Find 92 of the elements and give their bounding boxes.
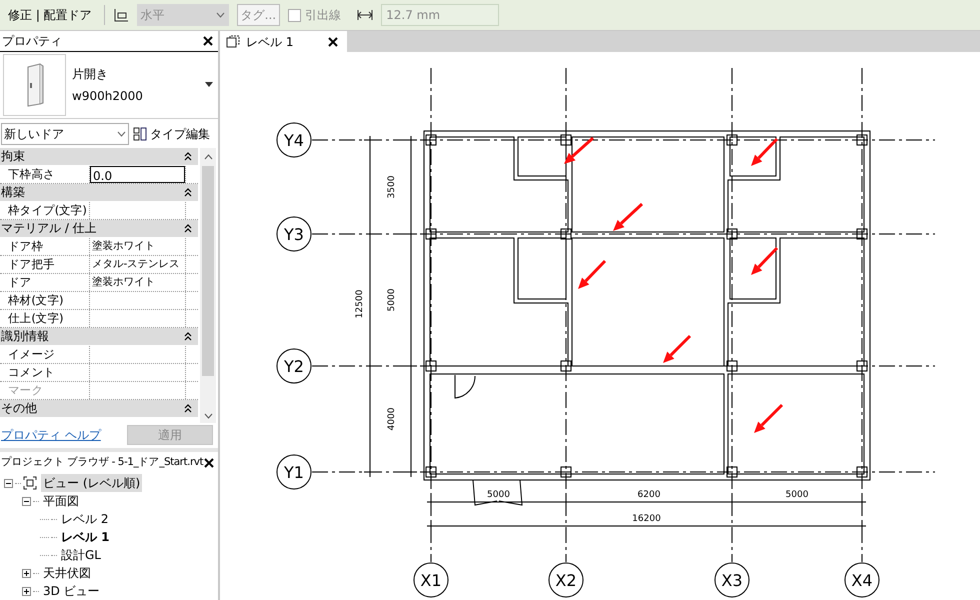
property-label: コメント — [0, 364, 90, 381]
edit-type-button[interactable]: タイプ編集 — [133, 124, 210, 143]
grid-label: X3 — [721, 571, 743, 590]
close-icon[interactable] — [203, 36, 213, 46]
close-icon[interactable] — [328, 36, 338, 46]
property-label: ドア枠 — [0, 238, 90, 255]
property-label: 枠材(文字) — [0, 292, 90, 309]
pointer-arrow — [663, 334, 692, 363]
door-thumbnail — [3, 54, 66, 116]
panel-title: プロジェクト ブラウザ - 5-1_ドア_Start.rvt — [1, 455, 204, 470]
grid-label: X1 — [420, 571, 442, 590]
length-icon — [357, 9, 374, 21]
grid-bubble — [414, 562, 448, 598]
dropdown-icon[interactable] — [205, 82, 213, 88]
panel-title: プロパティ — [2, 32, 62, 50]
grid-bubble — [276, 348, 312, 384]
leader-label: 引出線 — [305, 7, 342, 24]
type-size: w900h2000 — [72, 88, 144, 105]
property-label: マーク — [0, 382, 90, 399]
instance-dropdown[interactable]: 新しいドア — [1, 122, 129, 145]
tree-item[interactable]: 設計GL — [59, 546, 103, 564]
grid-label: X2 — [555, 571, 577, 590]
grid-bubble — [276, 216, 312, 252]
dimension-label: 12500 — [355, 290, 365, 318]
grid-bubble — [548, 562, 584, 598]
view-icon — [226, 35, 240, 48]
view-tab[interactable]: レベル 1 — [220, 31, 347, 52]
type-name: 片開き — [72, 66, 109, 83]
pointer-arrow — [751, 138, 778, 166]
pointer-arrow — [613, 202, 644, 231]
grid-label: Y3 — [284, 225, 304, 244]
expand-toggle[interactable] — [22, 586, 31, 596]
scroll-down-icon[interactable] — [204, 412, 212, 419]
group-header[interactable]: 拘束 — [0, 148, 198, 166]
pointer-arrow — [578, 260, 606, 289]
group-header[interactable]: マテリアル / 仕上 — [0, 220, 198, 238]
property-input[interactable]: 0.0 — [90, 166, 185, 183]
collapse-icon[interactable] — [184, 332, 192, 341]
tree-item[interactable]: 3D ビュー — [41, 582, 102, 600]
grid-label: Y4 — [284, 131, 304, 150]
context-label: 修正 | 配置ドア — [8, 7, 92, 24]
dimension-label: 6200 — [638, 490, 660, 500]
tree-item[interactable]: ビュー (レベル順) — [41, 474, 142, 492]
close-icon[interactable] — [204, 458, 214, 468]
tree-item[interactable]: レベル 2 — [59, 510, 110, 528]
scrollbar[interactable] — [200, 148, 216, 423]
dimension-label: 3500 — [387, 176, 397, 198]
dimension-label: 4000 — [387, 408, 397, 430]
orientation-icon — [112, 8, 129, 22]
grid-bubble — [276, 454, 312, 490]
property-value: メタル-ステンレス — [91, 256, 180, 272]
grid-bubble — [714, 562, 750, 598]
caret-icon — [117, 130, 126, 137]
tree-item[interactable]: 天井伏図 — [41, 564, 93, 582]
grid-label: X4 — [851, 571, 873, 590]
property-label: 枠タイプ(文字) — [0, 202, 90, 219]
dimension-label: 5000 — [387, 288, 397, 312]
collapse-toggle[interactable] — [4, 478, 13, 488]
pointer-arrow — [751, 246, 778, 275]
collapse-icon[interactable] — [184, 188, 192, 197]
property-value: 塗装ホワイト — [91, 274, 156, 290]
property-label: イメージ — [0, 346, 90, 363]
property-value: 塗装ホワイト — [91, 238, 156, 254]
property-label: ドア把手 — [0, 256, 90, 273]
pointer-arrow — [564, 136, 594, 164]
help-link[interactable]: プロパティ ヘルプ — [1, 426, 101, 444]
leader-checkbox[interactable] — [288, 8, 302, 22]
pointer-arrow — [754, 404, 784, 433]
group-header[interactable]: 構築 — [0, 184, 198, 202]
collapse-toggle[interactable] — [22, 496, 31, 506]
caret-icon — [216, 12, 225, 18]
expand-toggle[interactable] — [22, 568, 31, 578]
property-label: ドア — [0, 274, 90, 291]
property-label: 仕上(文字) — [0, 310, 90, 327]
grid-bubble — [276, 122, 312, 158]
view-icon — [23, 476, 37, 490]
dimension-label: 16200 — [632, 514, 661, 524]
collapse-icon[interactable] — [184, 152, 192, 161]
dimension-label: 5000 — [487, 490, 510, 500]
grid-bubble — [844, 562, 880, 598]
scroll-up-icon[interactable] — [204, 154, 212, 160]
dimension-label: 5000 — [786, 490, 808, 500]
group-header[interactable]: その他 — [0, 400, 198, 418]
group-header[interactable]: 識別情報 — [0, 328, 198, 346]
collapse-icon[interactable] — [184, 404, 192, 413]
tree-item[interactable]: レベル 1 — [59, 528, 112, 546]
collapse-icon[interactable] — [184, 224, 192, 233]
property-label: 下枠高さ — [0, 166, 90, 183]
edit-type-icon — [133, 126, 147, 141]
grid-label: Y1 — [284, 463, 304, 482]
grid-label: Y2 — [284, 357, 304, 376]
tree-item[interactable]: 平面図 — [41, 492, 81, 510]
